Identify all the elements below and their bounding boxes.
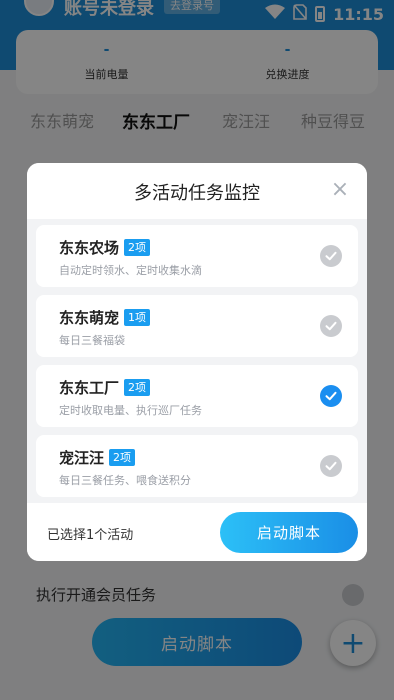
activity-name: 东东萌宠 xyxy=(59,309,120,327)
activity-name-wrap: 东东农场 2项 xyxy=(59,237,151,258)
activity-name-wrap: 东东工厂 2项 xyxy=(59,377,151,398)
activity-desc: 定时收取电量、执行巡厂任务 xyxy=(59,404,202,417)
modal-footer: 已选择1个活动 启动脚本 xyxy=(27,503,367,561)
activity-item-farm[interactable]: 东东农场 2项 自动定时领水、定时收集水滴 xyxy=(36,225,358,287)
start-script-button[interactable]: 启动脚本 xyxy=(220,512,358,553)
count-badge: 1项 xyxy=(124,309,151,326)
count-badge: 2项 xyxy=(124,239,151,256)
activity-name: 东东农场 xyxy=(59,239,120,257)
activity-desc: 自动定时领水、定时收集水滴 xyxy=(59,264,202,277)
count-badge: 2项 xyxy=(124,379,151,396)
count-badge: 2项 xyxy=(109,449,136,466)
modal-title: 多活动任务监控 xyxy=(134,183,260,204)
activity-item-factory[interactable]: 东东工厂 2项 定时收取电量、执行巡厂任务 xyxy=(36,365,358,427)
activity-list: 东东农场 2项 自动定时领水、定时收集水滴 东东萌宠 1项 每日三餐福袋 东东工厂 2… xyxy=(27,219,367,503)
check-icon[interactable] xyxy=(320,455,342,477)
activity-item-pet[interactable]: 东东萌宠 1项 每日三餐福袋 xyxy=(36,295,358,357)
close-icon[interactable]: × xyxy=(327,177,353,203)
check-icon[interactable] xyxy=(320,245,342,267)
modal-header: 多活动任务监控 × xyxy=(27,163,367,219)
selected-count: 已选择1个活动 xyxy=(47,528,134,543)
activity-desc: 每日三餐福袋 xyxy=(59,334,125,347)
activity-name-wrap: 东东萌宠 1项 xyxy=(59,307,151,328)
check-icon[interactable] xyxy=(320,315,342,337)
activity-name: 东东工厂 xyxy=(59,379,120,397)
activity-item-dog[interactable]: 宠汪汪 2项 每日三餐任务、喂食送积分 xyxy=(36,435,358,497)
check-icon[interactable] xyxy=(320,385,342,407)
activity-desc: 每日三餐任务、喂食送积分 xyxy=(59,474,191,487)
activity-name-wrap: 宠汪汪 2项 xyxy=(59,447,136,468)
multi-task-modal: 多活动任务监控 × 东东农场 2项 自动定时领水、定时收集水滴 东东萌宠 1项 每日… xyxy=(27,163,367,561)
activity-name: 宠汪汪 xyxy=(59,449,105,467)
